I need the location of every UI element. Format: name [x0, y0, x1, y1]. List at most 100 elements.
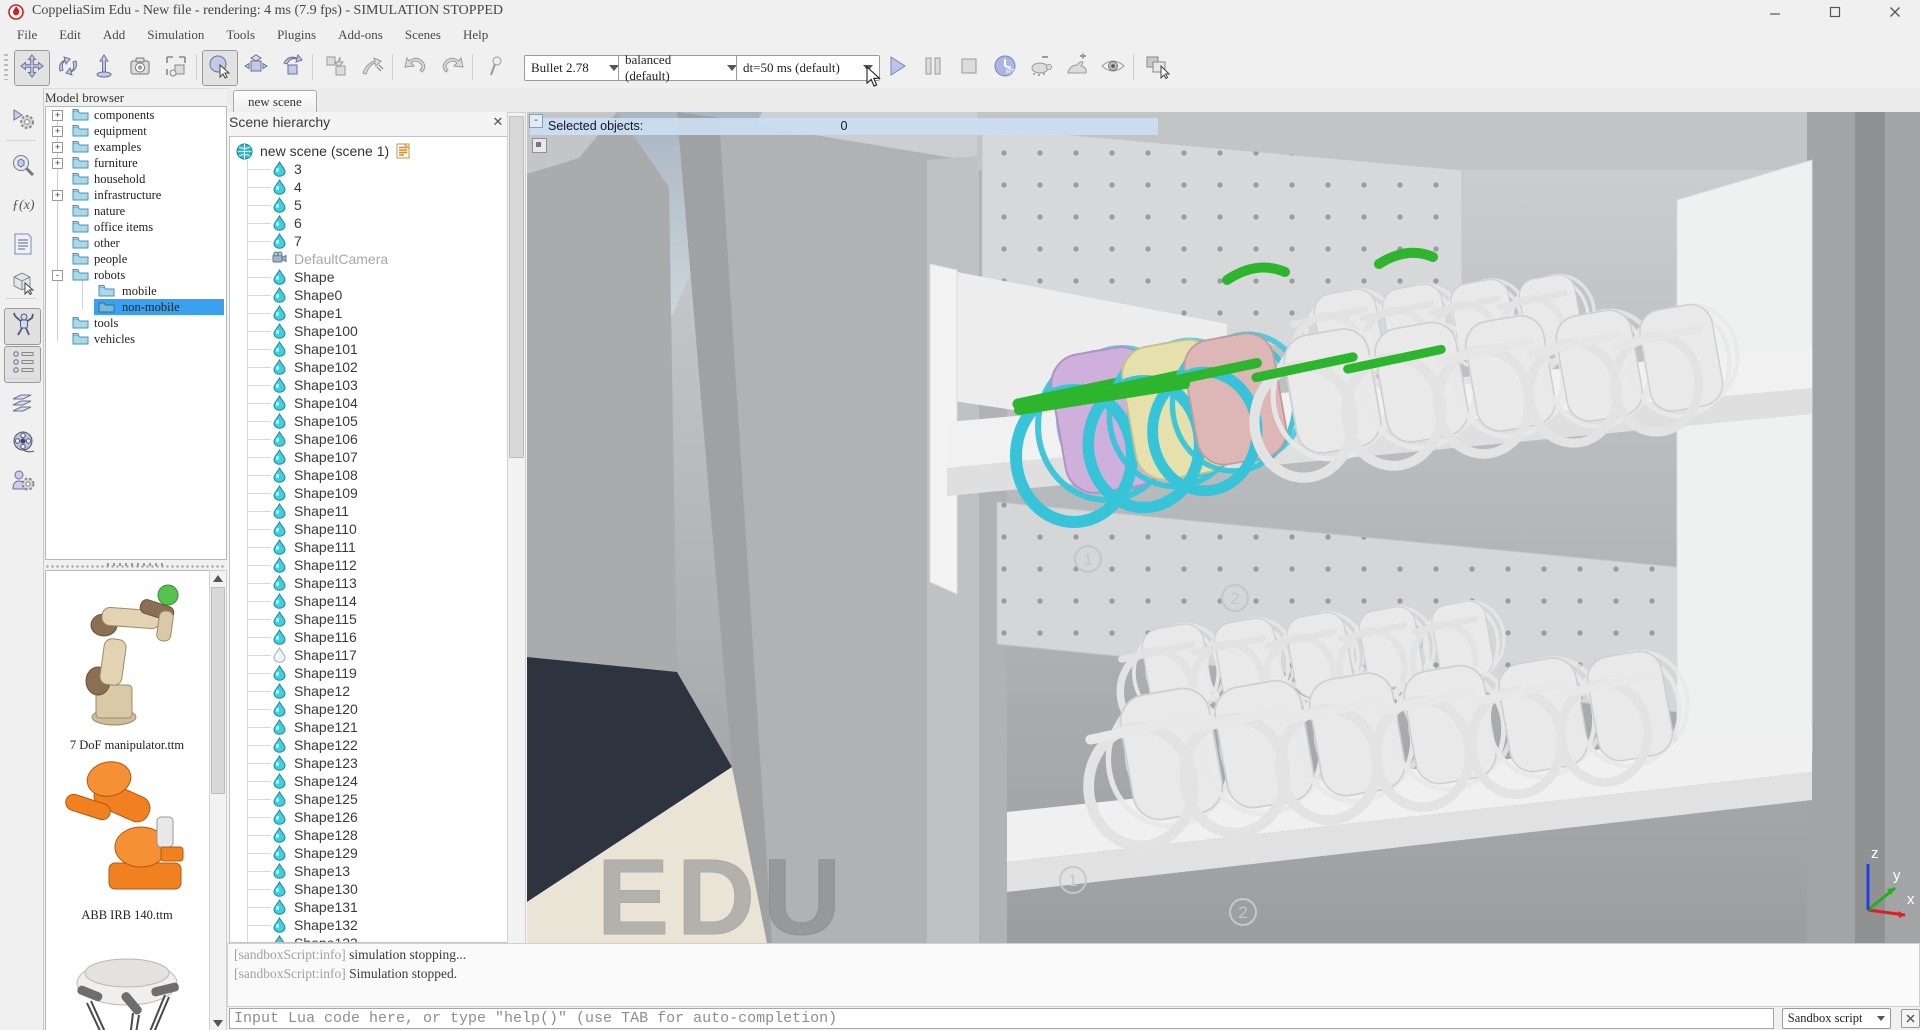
scrollbar-thumb[interactable] [211, 587, 225, 794]
page-selector-button[interactable] [1139, 50, 1175, 86]
menu-plugins[interactable]: Plugins [266, 25, 327, 45]
model-list-scrollbar[interactable] [209, 570, 227, 1030]
simulation-settings-button[interactable] [4, 102, 41, 139]
hierarchy-item[interactable]: Shape130 [230, 880, 508, 898]
scene-object-find-button[interactable] [4, 150, 41, 187]
model-folder-furniture[interactable]: +furniture [46, 155, 226, 171]
user-settings-button[interactable] [4, 464, 41, 501]
hierarchy-item[interactable]: Shape110 [230, 520, 508, 538]
model-folder-examples[interactable]: +examples [46, 139, 226, 155]
viewport-3d[interactable]: 1 2 3 1 2 EDU [527, 112, 1920, 943]
menu-file[interactable]: File [6, 25, 48, 45]
physics-engine-combo[interactable]: Bullet 2.78 [524, 55, 626, 81]
hierarchy-item[interactable]: Shape126 [230, 808, 508, 826]
overlay-toggle-button[interactable] [532, 138, 547, 153]
visibility-button[interactable] [1095, 50, 1131, 86]
model-folder-people[interactable]: people [46, 251, 226, 267]
expand-icon[interactable]: + [52, 142, 63, 153]
camera-pan-button[interactable] [14, 50, 50, 86]
scene-script-icon[interactable] [396, 143, 412, 159]
hierarchy-item[interactable]: Shape12 [230, 682, 508, 700]
stop-simulation-button[interactable] [951, 50, 987, 86]
hierarchy-item[interactable]: Shape102 [230, 358, 508, 376]
minimize-button[interactable] [1752, 0, 1798, 24]
hierarchy-item[interactable]: Shape121 [230, 718, 508, 736]
scrollbar-thumb[interactable] [509, 116, 524, 458]
start-simulation-button[interactable] [879, 50, 915, 86]
redo-button[interactable] [434, 50, 470, 86]
hierarchy-item[interactable]: Shape0 [230, 286, 508, 304]
attach-probe-button[interactable] [478, 50, 514, 86]
scroll-down-icon[interactable] [210, 1016, 226, 1030]
model-thumbnail[interactable]: ABB IRB 140.ttm [54, 751, 200, 923]
hierarchy-item[interactable]: Shape129 [230, 844, 508, 862]
model-browser-toggle-button[interactable] [4, 308, 41, 345]
hierarchy-item[interactable]: DefaultCamera [230, 250, 508, 268]
model-folder-infrastructure[interactable]: +infrastructure [46, 187, 226, 203]
hierarchy-item[interactable]: Shape128 [230, 826, 508, 844]
hierarchy-item[interactable]: Shape133 [230, 934, 508, 943]
transfer-dna-button[interactable] [354, 50, 390, 86]
hierarchy-scrollbar[interactable] [507, 112, 526, 945]
panel-splitter[interactable] [45, 561, 225, 568]
hierarchy-item[interactable]: Shape114 [230, 592, 508, 610]
undo-button[interactable] [398, 50, 434, 86]
hierarchy-item[interactable]: Shape115 [230, 610, 508, 628]
speed-up-button[interactable] [1059, 50, 1095, 86]
expand-icon[interactable]: + [52, 158, 63, 169]
model-folder-mobile[interactable]: mobile [46, 283, 226, 299]
menu-edit[interactable]: Edit [48, 25, 92, 45]
console-close-button[interactable] [1901, 1009, 1920, 1028]
hierarchy-item[interactable]: 5 [230, 196, 508, 214]
model-folder-non-mobile[interactable]: non-mobile [46, 299, 226, 315]
realtime-toggle-button[interactable]: RT [987, 50, 1023, 86]
assemble-button[interactable] [318, 50, 354, 86]
expand-icon[interactable]: + [52, 126, 63, 137]
hierarchy-item[interactable]: Shape109 [230, 484, 508, 502]
hierarchy-item[interactable]: Shape [230, 268, 508, 286]
hierarchy-item[interactable]: 6 [230, 214, 508, 232]
hierarchy-item[interactable]: Shape117 [230, 646, 508, 664]
object-shift-button[interactable] [238, 50, 274, 86]
camera-shift-button[interactable] [86, 50, 122, 86]
object-select-button[interactable] [202, 50, 238, 86]
hierarchy-item[interactable]: Shape123 [230, 754, 508, 772]
menu-scenes[interactable]: Scenes [394, 25, 452, 45]
hierarchy-item[interactable]: Shape106 [230, 430, 508, 448]
hierarchy-root[interactable]: new scene (scene 1) [236, 141, 508, 160]
hierarchy-item[interactable]: Shape11 [230, 502, 508, 520]
hierarchy-item[interactable]: Shape108 [230, 466, 508, 484]
menu-tools[interactable]: Tools [215, 25, 266, 45]
model-folder-components[interactable]: +components [46, 107, 226, 123]
model-folder-robots[interactable]: -robots [46, 267, 226, 283]
hierarchy-item[interactable]: Shape100 [230, 322, 508, 340]
menu-help[interactable]: Help [452, 25, 499, 45]
object-rotate-button[interactable] [274, 50, 310, 86]
hierarchy-item[interactable]: 7 [230, 232, 508, 250]
model-folder-household[interactable]: household [46, 171, 226, 187]
script-editor-button[interactable] [4, 228, 41, 265]
collapse-icon[interactable]: - [52, 270, 63, 281]
hierarchy-item[interactable]: Shape111 [230, 538, 508, 556]
hierarchy-item[interactable]: Shape107 [230, 448, 508, 466]
hierarchy-item[interactable]: Shape105 [230, 412, 508, 430]
model-thumbnail[interactable]: 7 DoF manipulator.ttm [54, 581, 200, 753]
pause-simulation-button[interactable] [915, 50, 951, 86]
toolbar-grip[interactable] [4, 54, 8, 80]
menu-simulation[interactable]: Simulation [136, 25, 215, 45]
model-thumbnail[interactable] [54, 955, 200, 1030]
hierarchy-item[interactable]: Shape116 [230, 628, 508, 646]
hierarchy-item[interactable]: Shape120 [230, 700, 508, 718]
menu-add-ons[interactable]: Add-ons [327, 25, 394, 45]
maximize-button[interactable] [1812, 0, 1858, 24]
hierarchy-item[interactable]: 3 [230, 160, 508, 178]
slow-down-button[interactable] [1023, 50, 1059, 86]
hierarchy-item[interactable]: Shape112 [230, 556, 508, 574]
camera-rotate-button[interactable] [50, 50, 86, 86]
hierarchy-item[interactable]: Shape1 [230, 304, 508, 322]
hierarchy-item[interactable]: 4 [230, 178, 508, 196]
hierarchy-item[interactable]: Shape101 [230, 340, 508, 358]
model-folder-other[interactable]: other [46, 235, 226, 251]
hierarchy-item[interactable]: Shape104 [230, 394, 508, 412]
hierarchy-item[interactable]: Shape103 [230, 376, 508, 394]
